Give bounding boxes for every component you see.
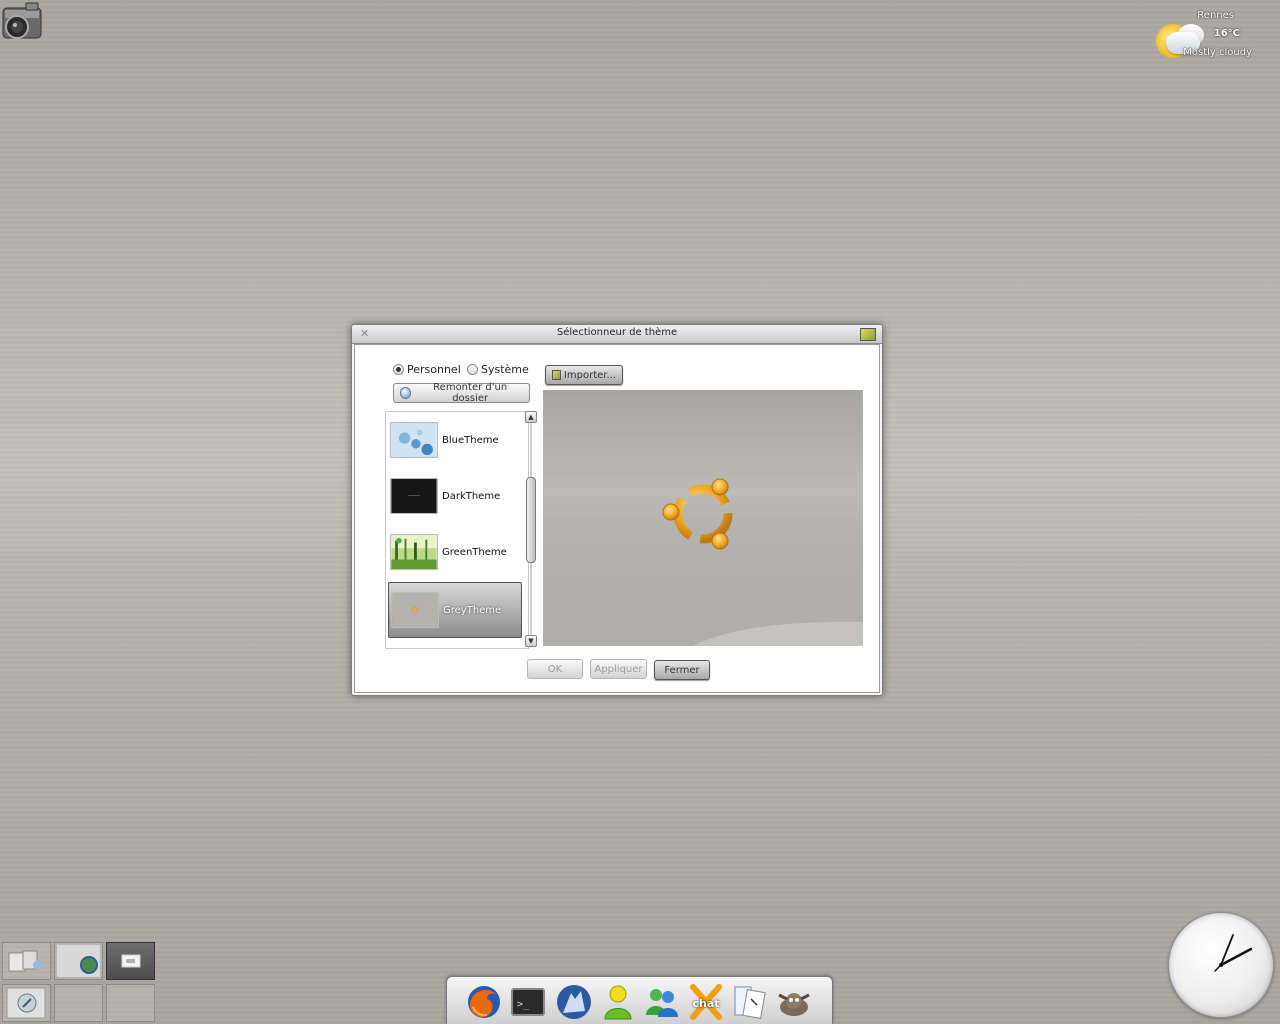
import-icon xyxy=(552,370,561,380)
messenger-icon[interactable] xyxy=(643,983,681,1021)
grey-theme-thumbnail xyxy=(391,592,439,628)
theme-name: DarkTheme xyxy=(442,490,501,502)
desktop-2[interactable] xyxy=(54,942,103,980)
radio-indicator[interactable] xyxy=(467,364,478,375)
parent-folder-button[interactable]: Remonter d'un dossier xyxy=(393,382,530,404)
desktop-1[interactable] xyxy=(2,942,51,980)
theme-list[interactable]: BlueTheme DarkTheme GreenTheme GreyTheme xyxy=(385,411,529,649)
theme-icon xyxy=(860,328,876,341)
radio-personal[interactable]: Personnel xyxy=(393,363,461,376)
dialog-body: Personnel Système Remonter d'un dossier … xyxy=(354,344,880,693)
clock-face-icon xyxy=(1214,934,1253,972)
ubuntu-logo-icon xyxy=(662,478,863,646)
wolf-icon[interactable] xyxy=(555,983,593,1021)
theme-list-scrollbar[interactable]: ▲ ▼ xyxy=(525,411,537,647)
ok-button[interactable]: OK xyxy=(527,659,583,679)
terminal-icon[interactable]: >_ xyxy=(509,983,547,1021)
camera-icon[interactable] xyxy=(0,0,44,44)
radio-indicator[interactable] xyxy=(393,364,404,375)
theme-name: GreenTheme xyxy=(442,546,507,558)
desktop-pager xyxy=(2,940,156,1024)
dialog-title: Sélectionneur de thème xyxy=(556,327,678,338)
window-preview-icon xyxy=(8,950,43,972)
theme-selector-dialog: ✕ Sélectionneur de thème Personnel Systè… xyxy=(351,324,883,696)
title-bar[interactable]: ✕ Sélectionneur de thème xyxy=(352,325,882,344)
desktop-5[interactable] xyxy=(54,984,103,1022)
scroll-up-button[interactable]: ▲ xyxy=(525,411,537,423)
import-label: Importer... xyxy=(563,369,616,381)
theme-item-blue[interactable]: BlueTheme xyxy=(388,414,522,466)
desktop-3[interactable] xyxy=(106,942,155,980)
blue-theme-thumbnail xyxy=(390,422,438,458)
dock: >_ chat xyxy=(446,976,833,1024)
text-editor-icon[interactable] xyxy=(731,983,769,1021)
weather-condition: Mostly cloudy xyxy=(1183,47,1252,58)
desktop-4[interactable] xyxy=(2,984,51,1022)
svg-text:>_: >_ xyxy=(517,999,530,1010)
theme-preview xyxy=(543,390,863,646)
scroll-down-button[interactable]: ▼ xyxy=(525,635,537,647)
close-button[interactable]: Fermer xyxy=(654,660,710,680)
apply-button[interactable]: Appliquer xyxy=(590,659,647,679)
firefox-icon[interactable] xyxy=(465,983,503,1021)
theme-item-dark[interactable]: DarkTheme xyxy=(388,470,522,522)
theme-name: BlueTheme xyxy=(442,434,499,446)
weather-temperature: 16°C xyxy=(1213,28,1240,39)
radio-system[interactable]: Système xyxy=(467,363,529,376)
up-arrow-icon xyxy=(400,387,412,399)
scroll-thumb[interactable] xyxy=(526,477,536,563)
window-icon xyxy=(121,954,141,968)
radio-label: Système xyxy=(481,363,529,376)
weather-city: Rennes xyxy=(1197,10,1234,21)
weather-widget[interactable]: Rennes 16°C Mostly cloudy xyxy=(1152,10,1262,70)
theme-name: GreyTheme xyxy=(443,604,502,616)
green-theme-thumbnail xyxy=(390,534,438,570)
radio-label: Personnel xyxy=(407,363,461,376)
theme-item-grey[interactable]: GreyTheme xyxy=(388,582,522,638)
compass-icon xyxy=(6,987,46,1019)
buddy-icon[interactable] xyxy=(599,983,637,1021)
gimp-icon[interactable] xyxy=(775,983,813,1021)
import-button[interactable]: Importer... xyxy=(545,365,623,385)
parent-folder-label: Remonter d'un dossier xyxy=(433,382,508,404)
xchat-label: chat xyxy=(692,997,720,1010)
desktop-6[interactable] xyxy=(106,984,155,1022)
xchat-icon[interactable]: chat xyxy=(687,983,725,1021)
dark-theme-thumbnail xyxy=(390,478,438,514)
analog-clock[interactable] xyxy=(1168,912,1274,1018)
theme-item-green[interactable]: GreenTheme xyxy=(388,526,522,578)
globe-icon xyxy=(57,945,100,977)
